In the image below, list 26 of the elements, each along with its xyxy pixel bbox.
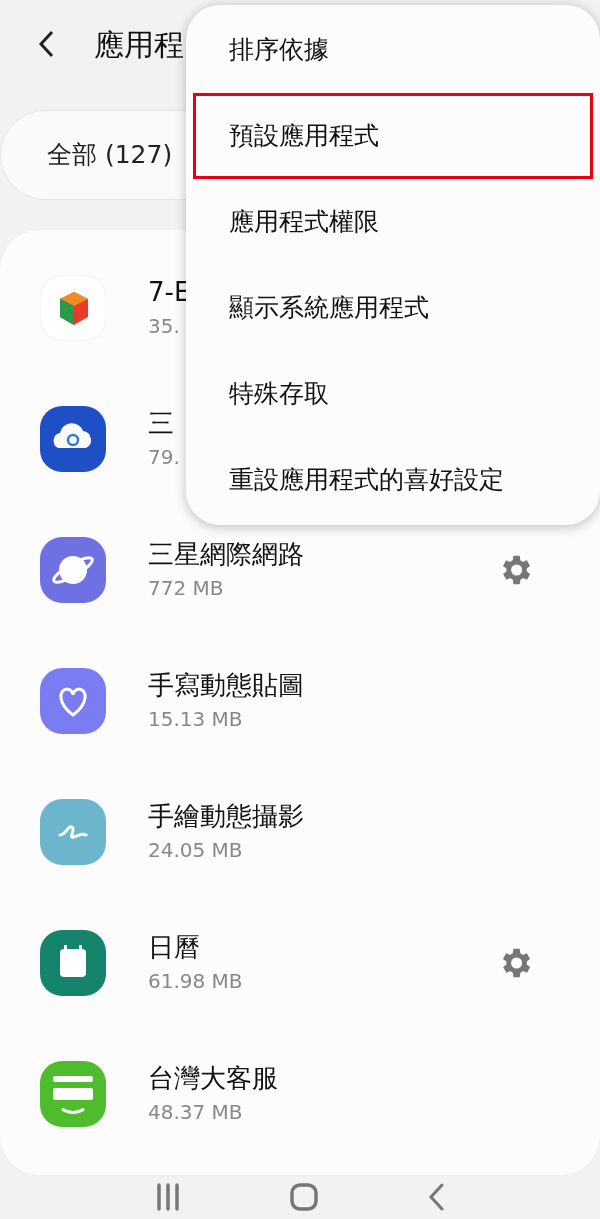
app-icon: [40, 1060, 106, 1127]
menu-item[interactable]: 預設應用程式: [193, 93, 593, 179]
app-size: 15.13 MB: [148, 705, 244, 733]
app-size: 35.: [148, 312, 181, 340]
squiggle-icon: [40, 798, 106, 865]
app-name[interactable]: 手繪動態攝影: [148, 798, 534, 833]
menu-item[interactable]: 排序依據: [193, 7, 593, 93]
menu-item[interactable]: 重設應用程式的喜好設定: [193, 437, 593, 523]
menu-item[interactable]: 顯示系統應用程式: [193, 265, 593, 351]
app-size: 48.37 MB: [148, 1098, 244, 1126]
page-title: 應用程: [94, 25, 184, 64]
recent-apps-icon[interactable]: [154, 1183, 181, 1211]
menu-item[interactable]: 特殊存取: [193, 351, 593, 437]
app-size: 61.98 MB: [148, 967, 244, 995]
app-size: 772 MB: [148, 574, 225, 602]
home-icon[interactable]: [290, 1183, 318, 1211]
calendar-icon: [40, 929, 106, 996]
app-name[interactable]: 手寫動態貼圖: [148, 667, 534, 702]
app-name[interactable]: 日曆: [148, 929, 496, 964]
app-name[interactable]: 三星網際網路: [148, 536, 496, 571]
app-name[interactable]: 台灣大客服: [148, 1060, 534, 1095]
cloud-icon: [40, 405, 106, 472]
app-icon: [40, 274, 106, 341]
planet-icon: [40, 536, 106, 603]
app-size: 24.05 MB: [148, 836, 244, 864]
app-size: 79.: [148, 443, 181, 471]
